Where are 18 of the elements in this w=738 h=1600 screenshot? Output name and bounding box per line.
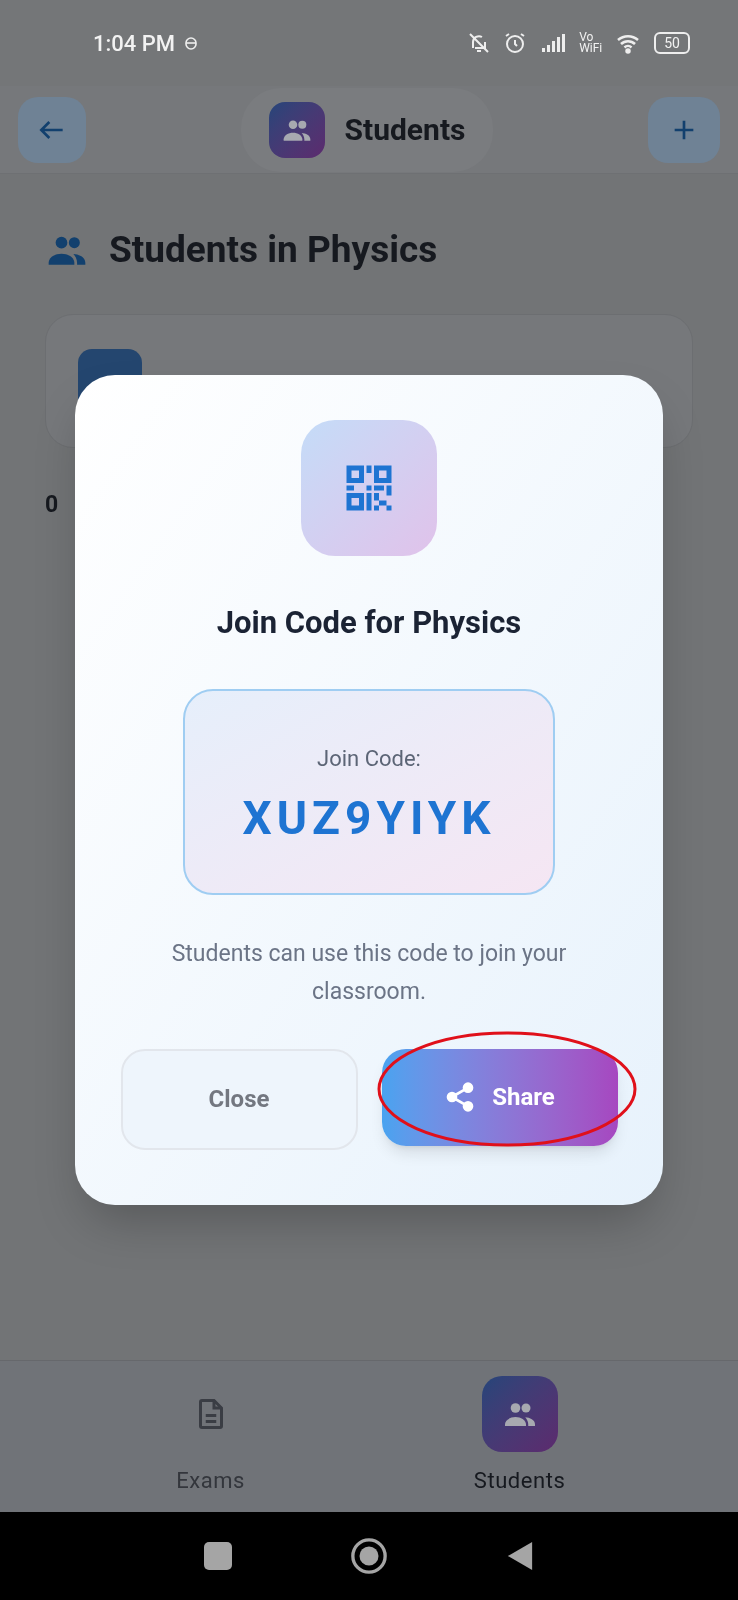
recents-button[interactable] [204,1542,232,1570]
battery-indicator: 50 [654,32,690,54]
nav-tab[interactable]: Exams [172,1376,249,1497]
dialog-title: Join Code for Physics [216,603,522,643]
section-heading: Students in Physics [109,227,438,273]
signal-icon [539,31,568,55]
notification-icon [183,35,200,51]
close-button[interactable]: Close [120,1048,358,1150]
join-code-value: XUZ9YIYK [242,795,496,841]
student-count: 0 [45,489,59,520]
share-button[interactable]: Share [381,1048,618,1146]
dialog-description: Students can use this code to join your classroom. [170,938,568,1007]
back-nav-button[interactable] [506,1540,534,1572]
home-button[interactable] [350,1537,388,1575]
status-time: 1:04 PM [93,29,176,58]
wifi-calling-label: Vo WiFi [579,32,603,54]
join-code-label: Join Code: [317,745,421,773]
header-title: Students [344,111,466,149]
